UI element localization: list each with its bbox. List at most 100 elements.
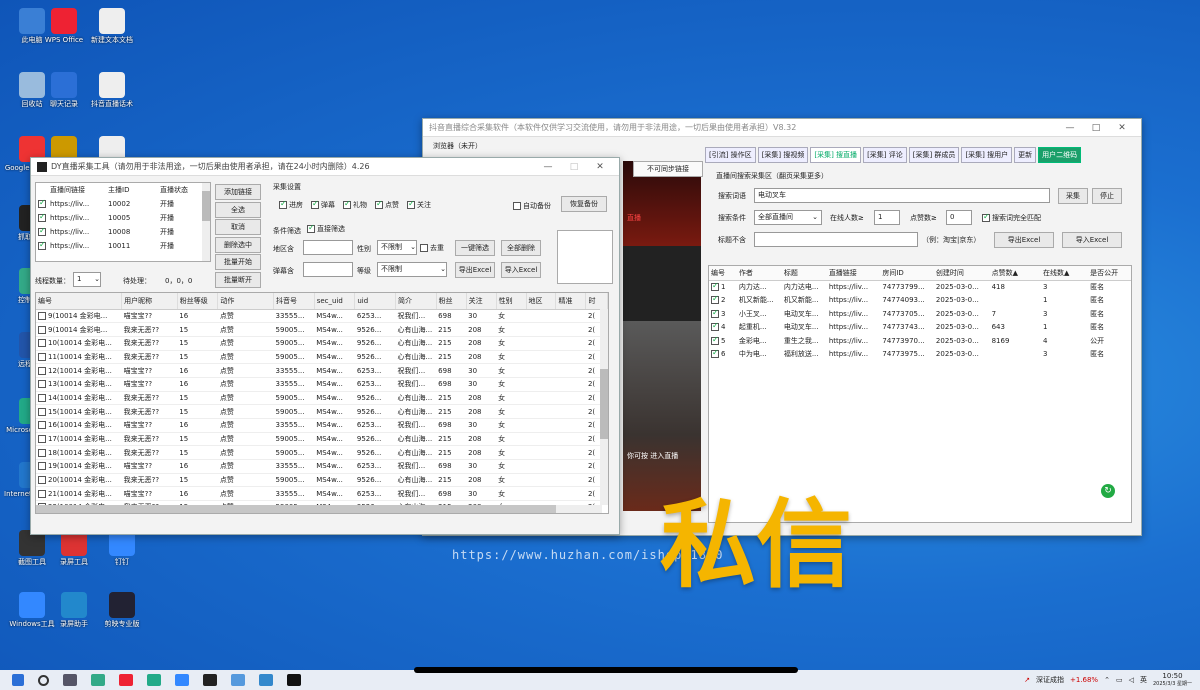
column-header[interactable]: 简介: [395, 293, 437, 310]
tab-5[interactable]: [采集] 搜用户: [961, 147, 1013, 163]
app-icon[interactable]: [259, 674, 273, 686]
check-icon[interactable]: [711, 348, 719, 359]
result-row[interactable]: 6 中为电... 福利放送... https://liv... 74773975... 2…: [709, 348, 1131, 362]
tab-6[interactable]: 更新: [1014, 147, 1037, 163]
collect-option-checkbox[interactable]: 弹幕: [311, 199, 335, 210]
account-row[interactable]: https://liv... 10008 开播: [36, 225, 204, 239]
refresh-icon[interactable]: ↻: [1101, 484, 1115, 498]
column-header[interactable]: 地区: [526, 293, 557, 310]
table-row[interactable]: 17(10014 金彩电... 我来无恶?? 15 点赞 59005... MS4w...…: [36, 432, 608, 447]
column-header[interactable]: 用户昵称: [121, 293, 178, 310]
clock[interactable]: 10:50 2025/3/3 星期一: [1153, 672, 1192, 688]
desktop-icon[interactable]: 抖音直播话术: [84, 72, 140, 109]
check-icon[interactable]: [711, 321, 719, 332]
table-hscroll[interactable]: [36, 505, 602, 513]
ime-indicator[interactable]: 英: [1140, 675, 1147, 685]
column-header[interactable]: 粉丝: [436, 293, 467, 310]
app-icon[interactable]: [175, 674, 189, 686]
exact-match-checkbox[interactable]: 搜索词完全匹配: [982, 212, 1041, 223]
search-icon[interactable]: [38, 674, 49, 686]
tab-0[interactable]: [引流] 操作区: [705, 147, 756, 163]
check-icon[interactable]: [711, 308, 719, 318]
column-header[interactable]: 关注: [466, 293, 497, 310]
side-button[interactable]: 批量开始: [215, 254, 261, 270]
stop-button[interactable]: 停止: [1092, 188, 1122, 204]
account-scrollbar[interactable]: [202, 183, 210, 261]
keyword-input[interactable]: 电动叉车: [754, 188, 1050, 203]
checkbox-icon[interactable]: [38, 476, 46, 485]
account-row[interactable]: https://liv... 10005 开播: [36, 211, 204, 225]
column-header[interactable]: 直播间链接: [48, 183, 106, 197]
tray-chevron-icon[interactable]: ⌃: [1104, 676, 1110, 684]
collect-option-checkbox[interactable]: 关注: [407, 199, 431, 210]
checkbox-icon[interactable]: [38, 325, 46, 334]
dedupe-checkbox[interactable]: 去重: [420, 243, 444, 253]
side-button[interactable]: 删除选中: [215, 236, 261, 253]
check-icon[interactable]: [711, 294, 719, 305]
column-header[interactable]: 房间ID: [880, 266, 934, 281]
collect-option-checkbox[interactable]: 礼物: [343, 199, 367, 210]
row-checkbox[interactable]: [36, 225, 48, 239]
region-input[interactable]: [303, 240, 353, 255]
result-row[interactable]: 2 机又新能... 机又新能... https://liv... 74774093...…: [709, 294, 1131, 308]
likes-input[interactable]: 0: [946, 210, 972, 225]
table-row[interactable]: 14(10014 金彩电... 我来无恶?? 15 点赞 59005... MS4w...…: [36, 391, 608, 406]
checkbox-icon[interactable]: [38, 366, 46, 375]
result-row[interactable]: 3 小王叉... 电动叉车... https://liv... 74773705... 2…: [709, 307, 1131, 321]
wps-icon[interactable]: [119, 674, 133, 686]
close-icon[interactable]: ✕: [1109, 123, 1135, 133]
column-header[interactable]: uid: [354, 293, 397, 310]
app-icon[interactable]: [91, 674, 105, 686]
table-row[interactable]: 9(10014 金彩电... 喵宝宝?? 16 点赞 33555... MS4w... 62…: [36, 309, 608, 324]
checkbox-icon[interactable]: [38, 352, 46, 361]
table-row[interactable]: 13(10014 金彩电... 喵宝宝?? 16 点赞 33555... MS4w... 6…: [36, 377, 608, 392]
minimize-icon[interactable]: —: [1057, 123, 1083, 133]
table-row[interactable]: 11(10014 金彩电... 我来无恶?? 15 点赞 59005... MS4w...…: [36, 350, 608, 365]
checkbox-icon[interactable]: [38, 311, 46, 320]
desktop-icon[interactable]: 新建文本文档: [84, 8, 140, 45]
check-icon[interactable]: [711, 281, 719, 291]
column-header[interactable]: 性别: [496, 293, 527, 310]
network-icon[interactable]: ▭: [1116, 676, 1123, 684]
column-header[interactable]: 编号: [709, 266, 737, 281]
table-row[interactable]: 10(10014 金彩电... 我来无恶?? 15 点赞 59005... MS4w...…: [36, 336, 608, 351]
row-checkbox[interactable]: [36, 197, 48, 211]
table-row[interactable]: 19(10014 金彩电... 喵宝宝?? 16 点赞 33555... MS4w... 6…: [36, 459, 608, 474]
danmu-input[interactable]: [303, 262, 353, 277]
cond-select[interactable]: 全部直播间 ⌄: [754, 210, 822, 225]
checkbox-icon[interactable]: [38, 339, 46, 348]
column-header[interactable]: 在线数▲: [1041, 266, 1089, 281]
table-row[interactable]: 12(10014 金彩电... 喵宝宝?? 16 点赞 33555... MS4w... 6…: [36, 363, 608, 378]
export-excel-button[interactable]: 导出Excel: [994, 232, 1054, 248]
thread-select[interactable]: 1 ⌄: [73, 272, 101, 287]
exclude-input[interactable]: [754, 232, 918, 247]
tab-2[interactable]: [采集] 搜直播: [810, 147, 862, 163]
table-row[interactable]: 20(10014 金彩电... 我来无恶?? 15 点赞 59005... MS4w...…: [36, 473, 608, 488]
column-header[interactable]: 是否公开: [1088, 266, 1131, 281]
delete-all-button[interactable]: 全部删除: [501, 240, 541, 256]
checkbox-icon[interactable]: [38, 421, 46, 430]
collect-button[interactable]: 采集: [1058, 188, 1088, 204]
maximize-icon[interactable]: □: [1083, 123, 1109, 133]
close-icon[interactable]: ✕: [587, 162, 613, 172]
tab-7[interactable]: 用户二维码: [1038, 147, 1082, 163]
tab-4[interactable]: [采集] 群成员: [908, 147, 960, 163]
table-row[interactable]: 21(10014 金彩电... 喵宝宝?? 16 点赞 33555... MS4w... 6…: [36, 486, 608, 502]
checkbox-icon[interactable]: [38, 393, 46, 402]
desktop-icon[interactable]: 钉钉: [94, 530, 150, 567]
gender-select[interactable]: 不限制 ⌄: [377, 240, 417, 255]
restore-backup-button[interactable]: 恢复备份: [561, 196, 607, 212]
minimize-icon[interactable]: —: [535, 162, 561, 172]
table-row[interactable]: 18(10014 金彩电... 我来无恶?? 15 点赞 59005... MS4w...…: [36, 445, 608, 461]
collect-option-checkbox[interactable]: 点赞: [375, 199, 399, 210]
table-row[interactable]: 15(10014 金彩电... 我来无恶?? 15 点赞 59005... MS4w...…: [36, 404, 608, 419]
side-button[interactable]: 添加链接: [215, 184, 261, 200]
side-button[interactable]: 批量断开: [215, 271, 261, 288]
column-header[interactable]: 动作: [217, 293, 275, 310]
result-row[interactable]: 5 金彩电... 重生之我... https://liv... 74773970... 2…: [709, 334, 1131, 348]
checkbox-icon[interactable]: [38, 489, 46, 498]
column-header[interactable]: 编号: [36, 293, 123, 310]
app-icon[interactable]: [231, 674, 245, 686]
column-header[interactable]: 直播链接: [826, 266, 881, 281]
enter-live-hint[interactable]: 你可按 进入直播: [627, 451, 678, 461]
